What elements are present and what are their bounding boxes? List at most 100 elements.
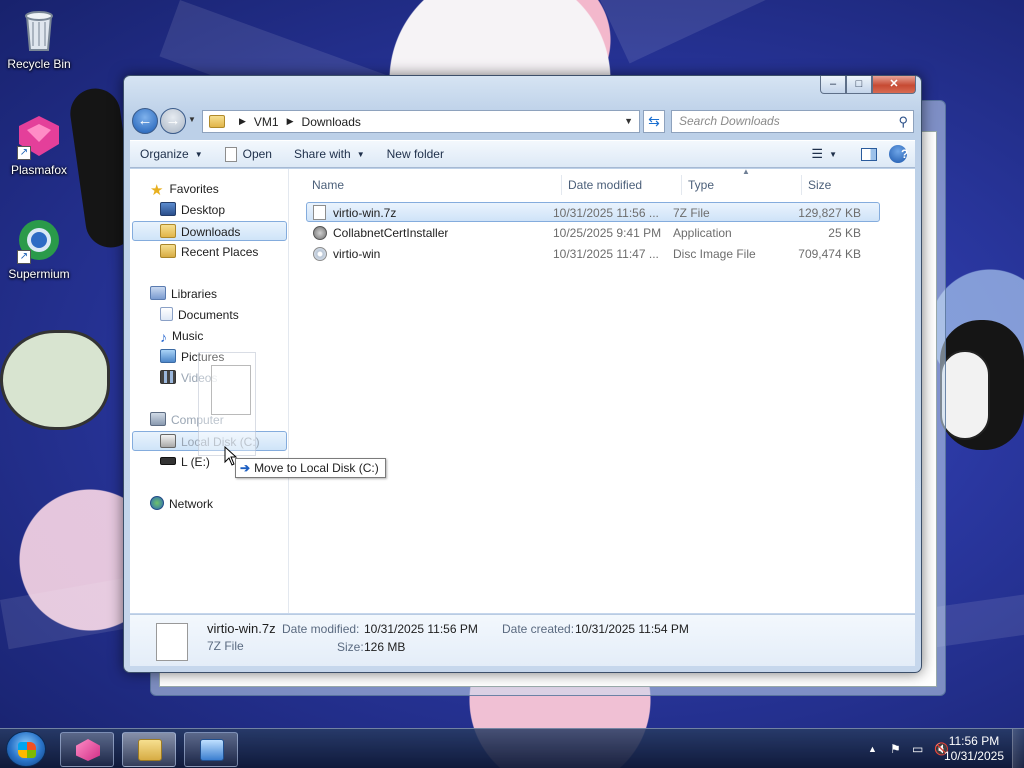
- nav-item-desktop[interactable]: Desktop: [160, 200, 225, 220]
- folder-icon: [209, 115, 225, 128]
- share-with-label: Share with: [293, 147, 351, 161]
- taskbar: ▲ ⚑ ▭ 🔇 11:56 PM 10/31/2025: [0, 728, 1024, 768]
- open-button[interactable]: Open: [224, 146, 272, 162]
- close-button[interactable]: ✕: [872, 76, 916, 94]
- file-name-cell: virtio-win.7z: [313, 203, 396, 223]
- nav-item-label: Music: [172, 329, 204, 343]
- arrow-right-icon: →: [165, 112, 181, 129]
- search-input[interactable]: Search Downloads ⚲: [671, 110, 914, 133]
- file-name-cell: virtio-win: [313, 244, 380, 264]
- drive-icon: [160, 434, 176, 448]
- drag-tooltip-text: Move to Local Disk (C:): [254, 461, 379, 475]
- shortcut-arrow-icon: ↗: [17, 250, 31, 264]
- refresh-button[interactable]: ⇆: [643, 110, 665, 133]
- videos-icon: [160, 370, 176, 384]
- change-view-button[interactable]: ☰: [799, 146, 823, 162]
- chevron-down-icon: ▼: [356, 149, 365, 159]
- star-icon: ★: [150, 182, 164, 199]
- drag-preview: [198, 352, 256, 456]
- table-row[interactable]: virtio-win 10/31/2025 11:47 ... Disc Ima…: [306, 244, 880, 264]
- view-dropdown[interactable]: ▼: [829, 150, 837, 159]
- chevron-right-icon[interactable]: ▶: [287, 116, 294, 127]
- organize-label: Organize: [140, 147, 189, 161]
- back-button[interactable]: ←: [132, 108, 158, 134]
- clock-time: 11:56 PM: [948, 734, 1000, 748]
- file-name-cell: CollabnetCertInstaller: [313, 223, 448, 243]
- forward-button[interactable]: →: [160, 108, 186, 134]
- documents-icon: [160, 307, 173, 321]
- nav-item-recent-places[interactable]: Recent Places: [160, 242, 258, 262]
- chevron-down-icon: ▼: [194, 149, 203, 159]
- open-label: Open: [242, 147, 272, 161]
- minimize-button[interactable]: –: [820, 76, 846, 94]
- preview-pane-button[interactable]: [849, 147, 877, 162]
- file-name: CollabnetCertInstaller: [333, 226, 449, 240]
- nav-favorites[interactable]: ★ Favorites: [150, 179, 219, 199]
- recycle-bin-icon: [15, 6, 63, 54]
- mascot-decoration: [940, 350, 990, 440]
- file-size: 129,827 KB: [798, 206, 861, 220]
- maximize-button[interactable]: □: [846, 76, 872, 94]
- nav-item-label: Downloads: [181, 225, 241, 239]
- details-view-icon: ☰: [811, 146, 824, 161]
- nav-network[interactable]: Network: [150, 494, 213, 514]
- nav-item-downloads[interactable]: Downloads: [132, 221, 287, 241]
- sort-indicator-icon: ▲: [742, 167, 750, 176]
- table-row[interactable]: virtio-win.7z 10/31/2025 11:56 ... 7Z Fi…: [306, 202, 880, 222]
- taskbar-app-plasmafox[interactable]: [60, 732, 114, 767]
- chevron-right-icon[interactable]: ▶: [239, 116, 246, 127]
- downloads-folder-icon: [160, 224, 176, 238]
- plasmafox-icon: ↗: [15, 112, 63, 160]
- share-with-button[interactable]: Share with ▼: [294, 147, 365, 161]
- breadcrumb-downloads[interactable]: Downloads: [302, 115, 361, 129]
- nav-item-label: Documents: [178, 308, 239, 322]
- column-header-size[interactable]: Size: [802, 175, 882, 195]
- file-name: virtio-win: [333, 247, 381, 261]
- mouse-cursor-icon: [224, 446, 238, 466]
- taskbar-app-explorer[interactable]: [122, 732, 176, 767]
- recent-pages-dropdown[interactable]: ▼: [188, 115, 196, 124]
- new-folder-button[interactable]: New folder: [387, 147, 444, 161]
- search-icon[interactable]: ⚲: [898, 111, 908, 132]
- start-button[interactable]: [6, 731, 46, 767]
- computer-icon: [150, 412, 166, 426]
- column-header-name[interactable]: Name: [306, 175, 562, 195]
- column-header-type[interactable]: Type: [682, 175, 802, 195]
- nav-libraries[interactable]: Libraries: [150, 284, 217, 304]
- move-arrow-icon: ➔: [240, 461, 251, 475]
- network-icon[interactable]: ▭: [912, 742, 923, 756]
- details-size: 126 MB: [364, 640, 406, 654]
- command-bar: Organize ▼ Open Share with ▼ New folder …: [130, 140, 915, 168]
- details-pane: virtio-win.7z 7Z File Date modified: 10/…: [130, 614, 915, 666]
- action-center-flag-icon[interactable]: ⚑: [890, 742, 901, 756]
- details-date-created-label: Date created:: [502, 622, 575, 636]
- file-size: 25 KB: [828, 226, 861, 240]
- address-history-dropdown[interactable]: ▼: [624, 116, 633, 126]
- file-date: 10/31/2025 11:47 ...: [553, 247, 659, 261]
- clock[interactable]: 11:56 PM 10/31/2025: [944, 734, 1004, 764]
- refresh-icon: ⇆: [648, 113, 660, 129]
- nav-item-documents[interactable]: Documents: [160, 305, 239, 325]
- drag-tooltip: ➔ Move to Local Disk (C:): [235, 458, 386, 478]
- music-note-icon: ♪: [160, 329, 167, 345]
- disc-image-icon: [313, 247, 327, 261]
- details-date-modified-label: Date modified:: [282, 622, 360, 636]
- help-icon: ?: [901, 147, 909, 161]
- show-hidden-icons-button[interactable]: ▲: [868, 744, 877, 754]
- help-button[interactable]: ?: [889, 145, 909, 163]
- libraries-icon: [150, 286, 166, 300]
- organize-button[interactable]: Organize ▼: [140, 147, 203, 161]
- desktop-icon-plasmafox[interactable]: ↗ Plasmafox: [1, 112, 77, 177]
- taskbar-app-control-panel[interactable]: [184, 732, 238, 767]
- column-header-date-modified[interactable]: Date modified: [562, 175, 682, 195]
- pictures-icon: [160, 349, 176, 363]
- breadcrumb-vm1[interactable]: VM1: [254, 115, 279, 129]
- desktop-icon-recycle-bin[interactable]: Recycle Bin: [1, 6, 77, 71]
- desktop-icon-supermium[interactable]: ↗ Supermium: [1, 216, 77, 281]
- table-row[interactable]: CollabnetCertInstaller 10/25/2025 9:41 P…: [306, 223, 880, 243]
- show-desktop-button[interactable]: [1012, 729, 1024, 768]
- preview-pane-icon: [861, 148, 877, 162]
- address-bar[interactable]: ▶ VM1 ▶ Downloads ▼: [202, 110, 640, 133]
- nav-item-music[interactable]: ♪ Music: [160, 326, 203, 346]
- recent-places-icon: [160, 244, 176, 258]
